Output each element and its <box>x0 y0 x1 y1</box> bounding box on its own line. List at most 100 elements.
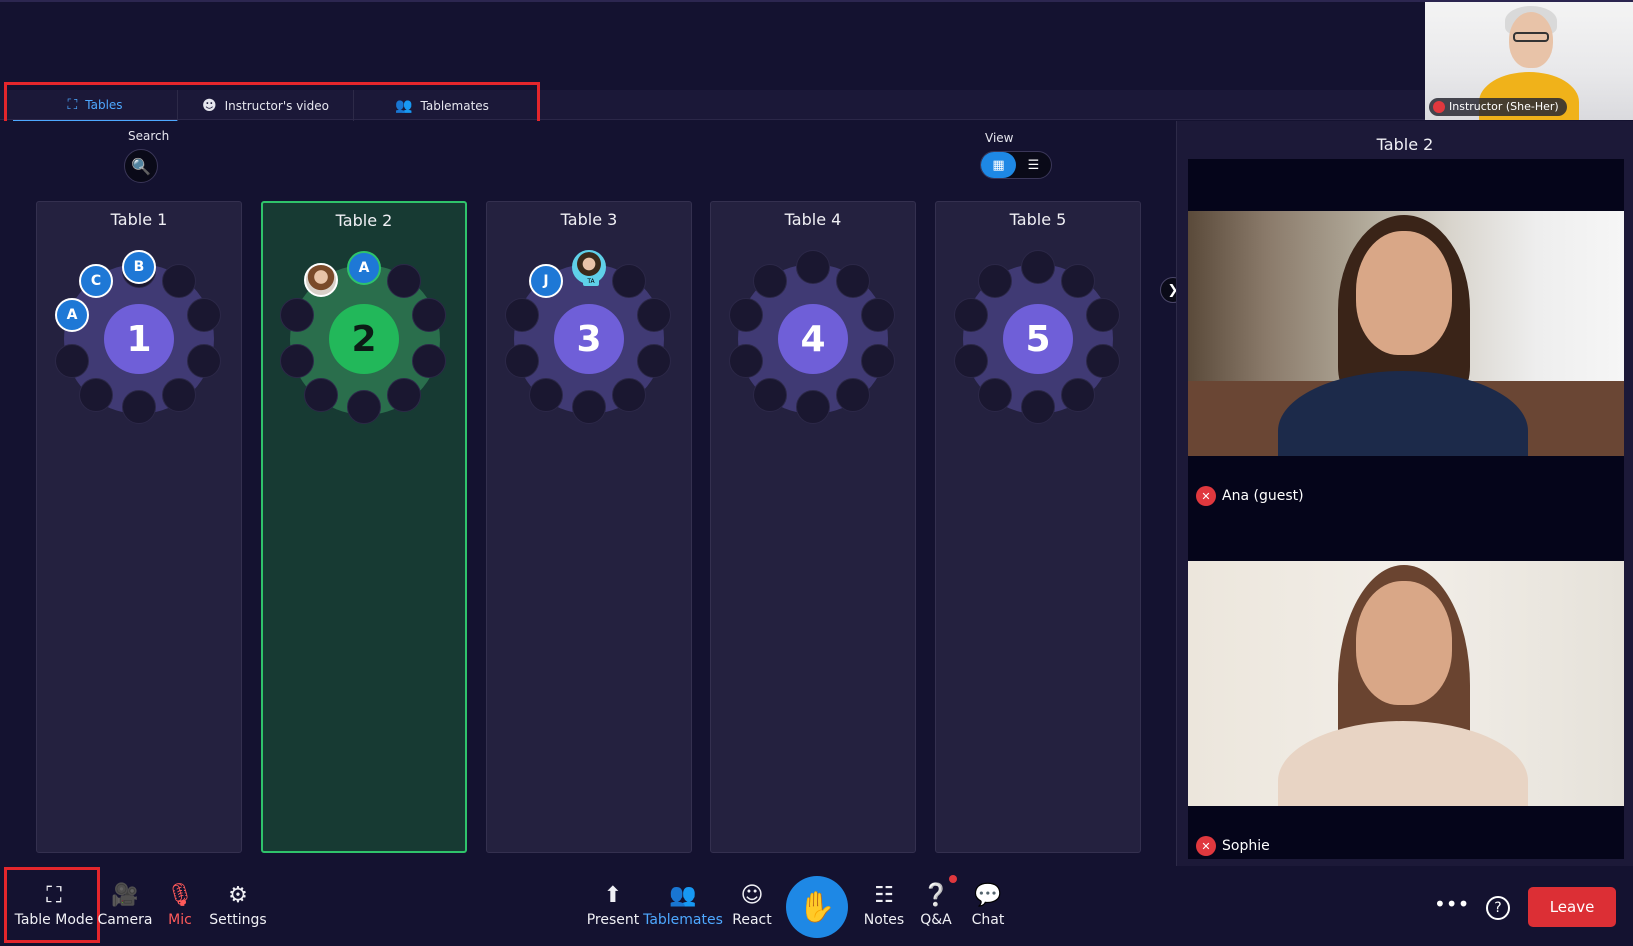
table-card-2[interactable]: Table 2 A 2 <box>261 201 467 853</box>
seat[interactable] <box>861 298 895 332</box>
seat[interactable] <box>836 264 870 298</box>
table-name: Table 5 <box>1009 210 1067 229</box>
seat[interactable] <box>954 298 988 332</box>
view-toggle: ▦ ☰ <box>980 151 1052 179</box>
table-card-1[interactable]: Table 1 A C B 1 <box>36 201 242 853</box>
seat[interactable] <box>612 264 646 298</box>
present-button[interactable]: ⬆ Present <box>586 876 640 936</box>
participant-name: Sophie <box>1222 838 1270 854</box>
tab-instructors-video[interactable]: ☻ Instructor's video <box>178 90 354 122</box>
camera-button[interactable]: 🎥 Camera <box>98 876 153 936</box>
seat[interactable] <box>187 344 221 378</box>
table-mode-icon: ⛶ <box>67 97 78 113</box>
ta-photo-avatar[interactable]: TA <box>572 250 606 286</box>
table-card-4[interactable]: Table 4 4 <box>710 201 916 853</box>
participant-avatar[interactable]: J <box>529 264 563 298</box>
help-icon: ? <box>1494 900 1502 916</box>
panel-title: Table 2 <box>1376 135 1434 154</box>
table-name: Table 2 <box>335 211 393 230</box>
raise-hand-button[interactable]: ✋ <box>786 876 848 938</box>
seat[interactable] <box>836 378 870 412</box>
smiley-icon: ☺ <box>740 883 764 908</box>
table-mode-button[interactable]: ⛶ Table Mode <box>14 876 94 936</box>
grid-view-button[interactable]: ▦ <box>981 152 1016 178</box>
seat[interactable] <box>412 344 446 378</box>
seat[interactable] <box>572 390 606 424</box>
seat[interactable] <box>122 390 156 424</box>
tablemates-label: Tablemates <box>643 912 723 928</box>
seat[interactable] <box>612 378 646 412</box>
seat[interactable] <box>861 344 895 378</box>
seat[interactable] <box>387 378 421 412</box>
seat[interactable] <box>304 378 338 412</box>
seat[interactable] <box>753 264 787 298</box>
table-card-3[interactable]: Table 3 TA J 3 <box>486 201 692 853</box>
seat[interactable] <box>162 264 196 298</box>
seat[interactable] <box>796 390 830 424</box>
instructor-video-thumbnail[interactable]: Instructor (She-Her) <box>1425 2 1633 120</box>
seat[interactable] <box>1021 390 1055 424</box>
participant-face <box>1356 231 1452 355</box>
participant-avatar[interactable]: B <box>122 250 156 284</box>
seat[interactable] <box>280 344 314 378</box>
participant-video-sophie <box>1188 561 1624 806</box>
mic-muted-icon: ✕ <box>1196 486 1216 506</box>
table-card-5[interactable]: Table 5 5 <box>935 201 1141 853</box>
seat[interactable] <box>796 250 830 284</box>
question-bubble-icon: ❔ <box>922 883 950 908</box>
search-icon: 🔍 <box>131 156 151 176</box>
settings-button[interactable]: ⚙ Settings <box>208 876 268 936</box>
seat[interactable] <box>505 298 539 332</box>
participant-avatar[interactable]: A <box>347 251 381 285</box>
seat[interactable] <box>753 378 787 412</box>
mic-button[interactable]: 🎙 Mic <box>160 876 200 936</box>
seat[interactable] <box>387 264 421 298</box>
seat[interactable] <box>280 298 314 332</box>
seat[interactable] <box>412 298 446 332</box>
seat[interactable] <box>162 378 196 412</box>
notes-button[interactable]: ☷ Notes <box>860 876 908 936</box>
participant-video-tile[interactable]: ✕ Ana (guest) <box>1188 159 1624 509</box>
react-label: React <box>732 912 772 928</box>
search-button[interactable]: 🔍 <box>124 149 158 183</box>
participant-avatar[interactable]: C <box>79 264 113 298</box>
list-view-button[interactable]: ☰ <box>1016 152 1051 178</box>
face-icon: ☻ <box>202 98 217 114</box>
people-icon: 👥 <box>395 98 413 114</box>
tablemates-button[interactable]: 👥 Tablemates <box>643 876 723 936</box>
participant-video-tile[interactable]: ✕ Sophie <box>1188 509 1624 859</box>
seat[interactable] <box>978 378 1012 412</box>
tab-tablemates[interactable]: 👥 Tablemates <box>354 90 530 122</box>
seat[interactable] <box>505 344 539 378</box>
seat[interactable] <box>1086 298 1120 332</box>
seat[interactable] <box>1086 344 1120 378</box>
participant-torso <box>1278 721 1528 806</box>
table-name: Table 3 <box>560 210 618 229</box>
seat[interactable] <box>729 344 763 378</box>
seat[interactable] <box>187 298 221 332</box>
seat[interactable] <box>79 378 113 412</box>
seat[interactable] <box>978 264 1012 298</box>
chat-button[interactable]: 💬 Chat <box>968 876 1008 936</box>
seat[interactable] <box>954 344 988 378</box>
seat[interactable] <box>1021 250 1055 284</box>
more-options-button[interactable]: ••• <box>1434 892 1469 916</box>
table-number: 4 <box>778 304 848 374</box>
seat[interactable] <box>637 298 671 332</box>
qa-button[interactable]: ❔ Q&A <box>916 876 956 936</box>
seat[interactable] <box>729 298 763 332</box>
tab-tables[interactable]: ⛶ Tables <box>13 90 178 122</box>
seat[interactable] <box>637 344 671 378</box>
react-button[interactable]: ☺ React <box>730 876 774 936</box>
seat[interactable] <box>529 378 563 412</box>
participant-avatar[interactable]: A <box>55 298 89 332</box>
help-button[interactable]: ? <box>1486 896 1510 920</box>
leave-button[interactable]: Leave <box>1528 887 1616 927</box>
participant-photo-avatar[interactable] <box>304 263 338 297</box>
table-mode-icon: ⛶ <box>46 883 62 908</box>
seat[interactable] <box>347 390 381 424</box>
seat[interactable] <box>1061 264 1095 298</box>
notes-label: Notes <box>863 912 905 928</box>
seat[interactable] <box>1061 378 1095 412</box>
seat[interactable] <box>55 344 89 378</box>
